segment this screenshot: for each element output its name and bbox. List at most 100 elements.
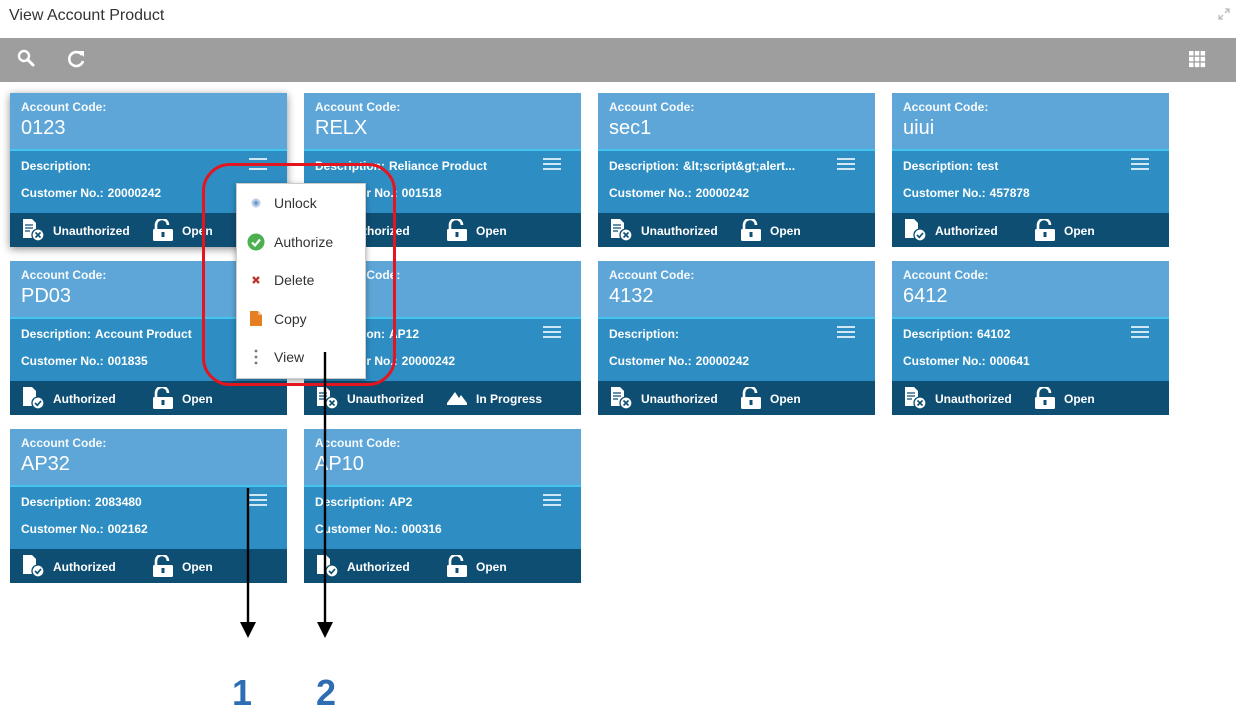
- unauthorized-document-icon: [315, 386, 347, 413]
- card-body: Description: AP2 Customer No.: 000316: [304, 487, 581, 547]
- card-header: Account Code: sec1: [598, 93, 875, 151]
- card-footer: Authorized Open: [304, 549, 581, 583]
- account-code-value: AP10: [315, 453, 364, 475]
- account-code-label: Account Code:: [315, 100, 401, 114]
- refresh-icon[interactable]: [66, 48, 88, 70]
- auth-status: Unauthorized: [641, 224, 718, 238]
- card-header: Account Code: 4132: [598, 261, 875, 319]
- card-body: Description: &lt;script&gt;alert... Custom…: [598, 151, 875, 211]
- open-lock-icon: [152, 385, 182, 412]
- account-code-label: Account Code:: [21, 100, 107, 114]
- customer-no-value: 000641: [989, 354, 1030, 368]
- record-status: Open: [476, 224, 507, 238]
- account-card[interactable]: Account Code: 6412 Description: 64102 Custom…: [892, 261, 1169, 415]
- hamburger-menu-icon[interactable]: [837, 158, 855, 170]
- hamburger-menu-icon[interactable]: [837, 326, 855, 338]
- card-header: Account Code: RELX: [304, 93, 581, 151]
- unauthorized-document-icon: [609, 386, 641, 413]
- account-code-label: Account Code:: [609, 100, 695, 114]
- expand-icon[interactable]: [1218, 8, 1230, 20]
- vertical-dots-icon: [247, 348, 265, 366]
- account-card[interactable]: Account Code: AP32 Description: 2083480 Cust…: [10, 429, 287, 583]
- unauthorized-document-icon: [903, 386, 935, 413]
- auth-status: Unauthorized: [641, 392, 718, 406]
- description-label: Description:: [609, 159, 680, 173]
- description-label: Description:: [315, 159, 386, 173]
- customer-no-label: Customer No.:: [315, 522, 398, 536]
- menu-item-authorize[interactable]: Authorize: [237, 223, 365, 262]
- card-footer: Authorized Open: [10, 549, 287, 583]
- x-icon: [247, 271, 265, 289]
- toolbar: [0, 38, 1236, 82]
- card-header: Account Code: 6412: [892, 261, 1169, 319]
- hamburger-menu-icon[interactable]: [543, 158, 561, 170]
- account-code-value: sec1: [609, 117, 652, 139]
- auth-status: Unauthorized: [53, 224, 130, 238]
- open-lock-icon: [740, 385, 770, 412]
- authorized-document-icon: [21, 386, 53, 413]
- account-code-value: uiui: [903, 117, 935, 139]
- menu-item-label: Authorize: [274, 233, 334, 250]
- auth-status: Authorized: [347, 560, 410, 574]
- customer-no-value: 001518: [401, 186, 442, 200]
- search-icon[interactable]: [16, 48, 38, 70]
- hamburger-menu-icon[interactable]: [1131, 326, 1149, 338]
- auth-status: Unauthorized: [935, 392, 1012, 406]
- auth-status: Authorized: [53, 560, 116, 574]
- record-status: Open: [770, 392, 801, 406]
- menu-item-view[interactable]: View: [237, 338, 365, 377]
- account-card[interactable]: Account Code: AP10 Description: AP2 Customer…: [304, 429, 581, 583]
- record-status: Open: [476, 560, 507, 574]
- account-card[interactable]: Account Code: uiui Description: test Custome…: [892, 93, 1169, 247]
- customer-no-value: 002162: [107, 522, 148, 536]
- customer-no-label: Customer No.:: [609, 186, 692, 200]
- open-lock-icon: [152, 553, 182, 580]
- description-label: Description:: [21, 495, 92, 509]
- hamburger-menu-icon[interactable]: [543, 494, 561, 506]
- customer-no-label: Customer No.:: [21, 354, 104, 368]
- grid-view-icon[interactable]: [1186, 48, 1208, 70]
- menu-item-delete[interactable]: Delete: [237, 261, 365, 300]
- card-header: Account Code: AP10: [304, 429, 581, 487]
- menu-item-copy[interactable]: Copy: [237, 300, 365, 339]
- account-card[interactable]: Account Code: 4132 Description: Customer No…: [598, 261, 875, 415]
- menu-item-unlock[interactable]: Unlock: [237, 184, 365, 223]
- record-status: Open: [770, 224, 801, 238]
- context-menu: Unlock Authorize Delete Copy View: [236, 183, 366, 379]
- account-code-value: 0123: [21, 117, 66, 139]
- description-label: Description:: [903, 159, 974, 173]
- card-footer: Unauthorized Open: [598, 381, 875, 415]
- menu-item-label: Delete: [274, 272, 315, 289]
- customer-no-value: 001835: [107, 354, 148, 368]
- customer-no-label: Customer No.:: [21, 186, 104, 200]
- record-status: Open: [1064, 224, 1095, 238]
- card-body: Description: Customer No.: 20000242: [598, 319, 875, 379]
- menu-item-label: Unlock: [274, 195, 317, 212]
- customer-no-value: 000316: [401, 522, 442, 536]
- hamburger-menu-icon[interactable]: [249, 494, 267, 506]
- card-header: Account Code: 0123: [10, 93, 287, 151]
- customer-no-value: 457878: [989, 186, 1030, 200]
- hamburger-menu-icon[interactable]: [543, 326, 561, 338]
- account-code-value: 6412: [903, 285, 948, 307]
- description-value: Account Product: [95, 327, 192, 341]
- hamburger-menu-icon[interactable]: [249, 158, 267, 170]
- account-code-label: Account Code:: [903, 268, 989, 282]
- card-body: Description: 2083480 Customer No.: 002162: [10, 487, 287, 547]
- card-footer: Authorized Open: [892, 213, 1169, 247]
- open-lock-icon: [1034, 385, 1064, 412]
- open-lock-icon: [152, 217, 182, 244]
- hamburger-menu-icon[interactable]: [1131, 158, 1149, 170]
- description-value: AP12: [389, 327, 420, 341]
- customer-no-value: 20000242: [695, 186, 750, 200]
- open-lock-icon: [1034, 217, 1064, 244]
- description-label: Description:: [609, 327, 680, 341]
- auth-status: Unauthorized: [347, 392, 424, 406]
- callout-number: 2: [316, 672, 337, 711]
- account-card[interactable]: Account Code: sec1 Description: &lt;script&…: [598, 93, 875, 247]
- account-code-label: Account Code:: [315, 436, 401, 450]
- account-code-label: Account Code:: [21, 436, 107, 450]
- customer-no-value: 20000242: [401, 354, 456, 368]
- customer-no-label: Customer No.:: [609, 354, 692, 368]
- open-lock-icon: [740, 217, 770, 244]
